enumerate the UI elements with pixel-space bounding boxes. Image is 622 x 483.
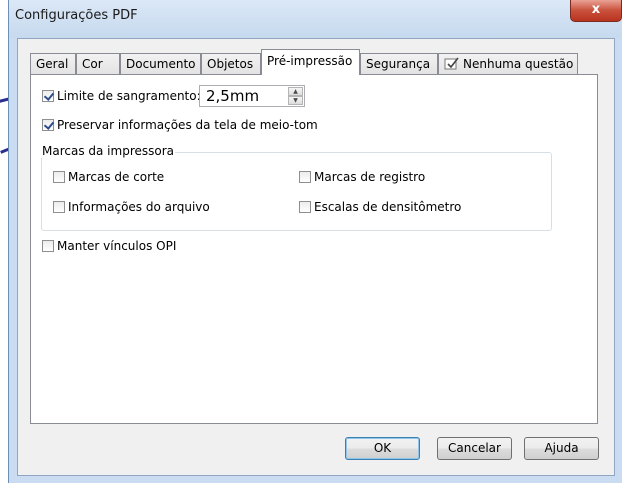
checkbox-box xyxy=(53,201,65,213)
title-bar: Configurações PDF x xyxy=(9,0,622,38)
tab-pre-impressao[interactable]: Pré-impressão xyxy=(261,49,360,75)
spinner-buttons: ▲ ▼ xyxy=(288,87,303,105)
preserve-halftone-checkbox[interactable]: Preservar informações da tela de meio-to… xyxy=(42,118,318,132)
bleed-limit-label: Limite de sangramento: xyxy=(57,89,201,103)
checkbox-box xyxy=(299,201,311,213)
help-button[interactable]: Ajuda xyxy=(524,437,599,460)
checkbox-box xyxy=(42,119,54,131)
bleed-limit-value[interactable]: 2,5mm xyxy=(206,87,259,105)
tab-documento[interactable]: Documento xyxy=(120,53,201,74)
checkbox-box xyxy=(53,171,65,183)
help-label: Ajuda xyxy=(544,441,579,455)
crop-marks-label: Marcas de corte xyxy=(68,170,165,184)
dialog-window: Configurações PDF x Geral Cor Documento … xyxy=(8,0,622,483)
keep-opi-checkbox[interactable]: Manter vínculos OPI xyxy=(42,239,176,253)
bleed-limit-spinner[interactable]: 2,5mm ▲ ▼ xyxy=(199,85,305,107)
tab-geral[interactable]: Geral xyxy=(30,53,76,74)
registration-marks-label: Marcas de registro xyxy=(314,170,426,184)
dialog-client-area: Geral Cor Documento Objetos Pré-impressã… xyxy=(17,38,615,476)
tab-label: Segurança xyxy=(366,57,431,71)
tab-label: Pré-impressão xyxy=(267,54,353,68)
printer-marks-label: Marcas da impressora xyxy=(41,144,176,158)
tab-label: Objetos xyxy=(207,57,254,71)
tab-cor[interactable]: Cor xyxy=(76,53,120,74)
crop-marks-checkbox[interactable]: Marcas de corte xyxy=(53,170,164,184)
tab-label: Cor xyxy=(82,57,103,71)
window-title: Configurações PDF xyxy=(15,8,138,23)
tab-seguranca[interactable]: Segurança xyxy=(360,53,438,74)
cancel-button[interactable]: Cancelar xyxy=(437,437,512,460)
tab-label: Geral xyxy=(36,57,69,71)
ok-button[interactable]: OK xyxy=(345,437,420,460)
densitometer-scales-checkbox[interactable]: Escalas de densitômetro xyxy=(299,200,461,214)
ok-label: OK xyxy=(373,441,392,455)
preserve-halftone-label: Preservar informações da tela de meio-to… xyxy=(57,118,318,132)
file-info-label: Informações do arquivo xyxy=(68,200,210,214)
spin-up-icon[interactable]: ▲ xyxy=(288,87,303,96)
tab-label: Documento xyxy=(126,57,196,71)
close-icon: x xyxy=(591,2,601,17)
prepress-panel: Limite de sangramento: 2,5mm ▲ ▼ Preserv… xyxy=(30,74,598,424)
cancel-label: Cancelar xyxy=(448,441,501,455)
tab-nenhuma-questao[interactable]: Nenhuma questão xyxy=(438,53,578,74)
registration-marks-checkbox[interactable]: Marcas de registro xyxy=(299,170,425,184)
file-info-checkbox[interactable]: Informações do arquivo xyxy=(53,200,210,214)
printer-marks-group xyxy=(41,152,552,231)
spin-down-icon[interactable]: ▼ xyxy=(288,96,303,105)
bleed-limit-checkbox[interactable]: Limite de sangramento: xyxy=(42,89,201,103)
checkbox-box xyxy=(42,90,54,102)
checkbox-box xyxy=(299,171,311,183)
densitometer-scales-label: Escalas de densitômetro xyxy=(314,200,462,214)
checkbox-box xyxy=(42,240,54,252)
close-button[interactable]: x xyxy=(570,0,622,22)
keep-opi-label: Manter vínculos OPI xyxy=(57,239,177,253)
tab-objetos[interactable]: Objetos xyxy=(201,53,261,74)
tab-label: Nenhuma questão xyxy=(463,57,574,71)
